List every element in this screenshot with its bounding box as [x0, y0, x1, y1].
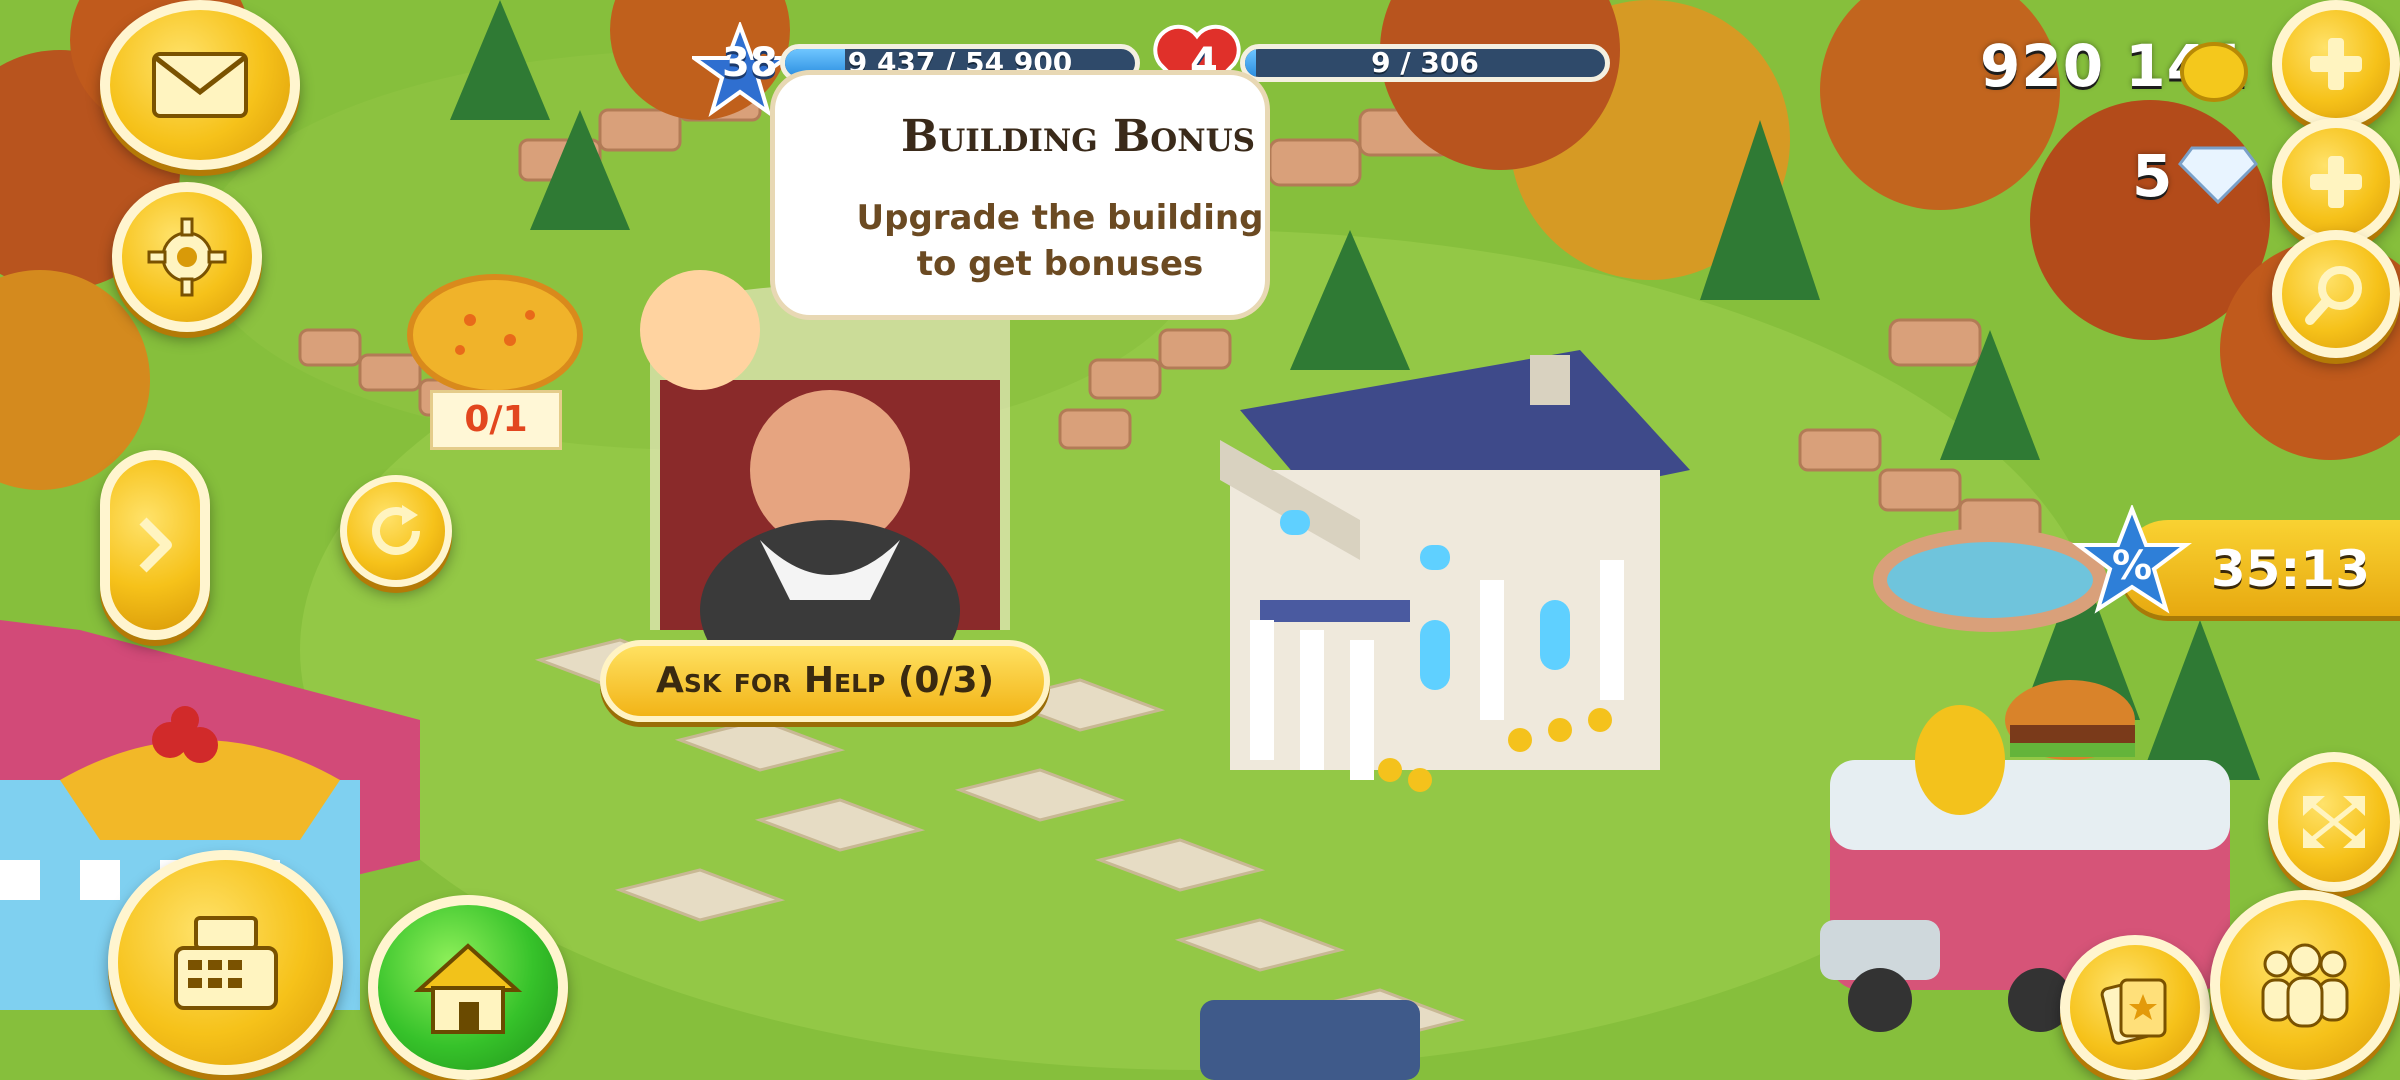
- home-icon: [413, 942, 523, 1034]
- cards-button[interactable]: [2060, 935, 2210, 1080]
- plus-icon: [2310, 156, 2362, 208]
- discount-timer: 35:13: [2210, 540, 2370, 598]
- ask-for-help-button[interactable]: Ask for Help (0/3): [600, 640, 1050, 722]
- fullscreen-button[interactable]: [2268, 752, 2400, 892]
- pizza-order-count: 0/1: [430, 390, 562, 450]
- cash-register-icon: [173, 915, 278, 1010]
- diamond-icon: [2178, 146, 2258, 205]
- plus-icon: [2310, 38, 2362, 90]
- diamonds-value: 5: [2132, 142, 2174, 210]
- bubble-title: Building Bonus: [901, 111, 1255, 162]
- search-button[interactable]: [2272, 230, 2400, 358]
- magnifier-icon: [2305, 266, 2362, 325]
- svg-text:%: %: [2112, 543, 2152, 589]
- coin-icon: [2180, 42, 2248, 102]
- gear-icon: [147, 217, 227, 297]
- friends-icon: [2261, 943, 2349, 1028]
- diamond-discount-icon: %: [2072, 505, 2192, 614]
- friends-button[interactable]: [2210, 890, 2400, 1080]
- home-button[interactable]: [368, 895, 568, 1080]
- arrow-right-icon: [139, 517, 172, 573]
- expand-icon: [2303, 796, 2365, 848]
- buy-diamonds-button[interactable]: [2272, 118, 2400, 246]
- settings-button[interactable]: [112, 182, 262, 332]
- hearts-bar: 9 / 306: [1240, 44, 1610, 82]
- cards-icon: [2100, 978, 2167, 1045]
- refresh-order-button[interactable]: [340, 475, 452, 587]
- buy-coins-button[interactable]: [2272, 0, 2400, 128]
- refresh-icon: [372, 505, 420, 555]
- mail-icon: [152, 52, 248, 118]
- mail-button[interactable]: [100, 0, 300, 170]
- bubble-text: Upgrade the building to get bonuses: [856, 198, 1264, 284]
- building-bonus-bubble: Building Bonus Upgrade the building to g…: [770, 70, 1270, 320]
- shop-button[interactable]: [108, 850, 343, 1075]
- level-value: 38: [722, 40, 778, 86]
- expand-side-panel-button[interactable]: [100, 450, 210, 640]
- hearts-text: 9 / 306: [1371, 46, 1479, 79]
